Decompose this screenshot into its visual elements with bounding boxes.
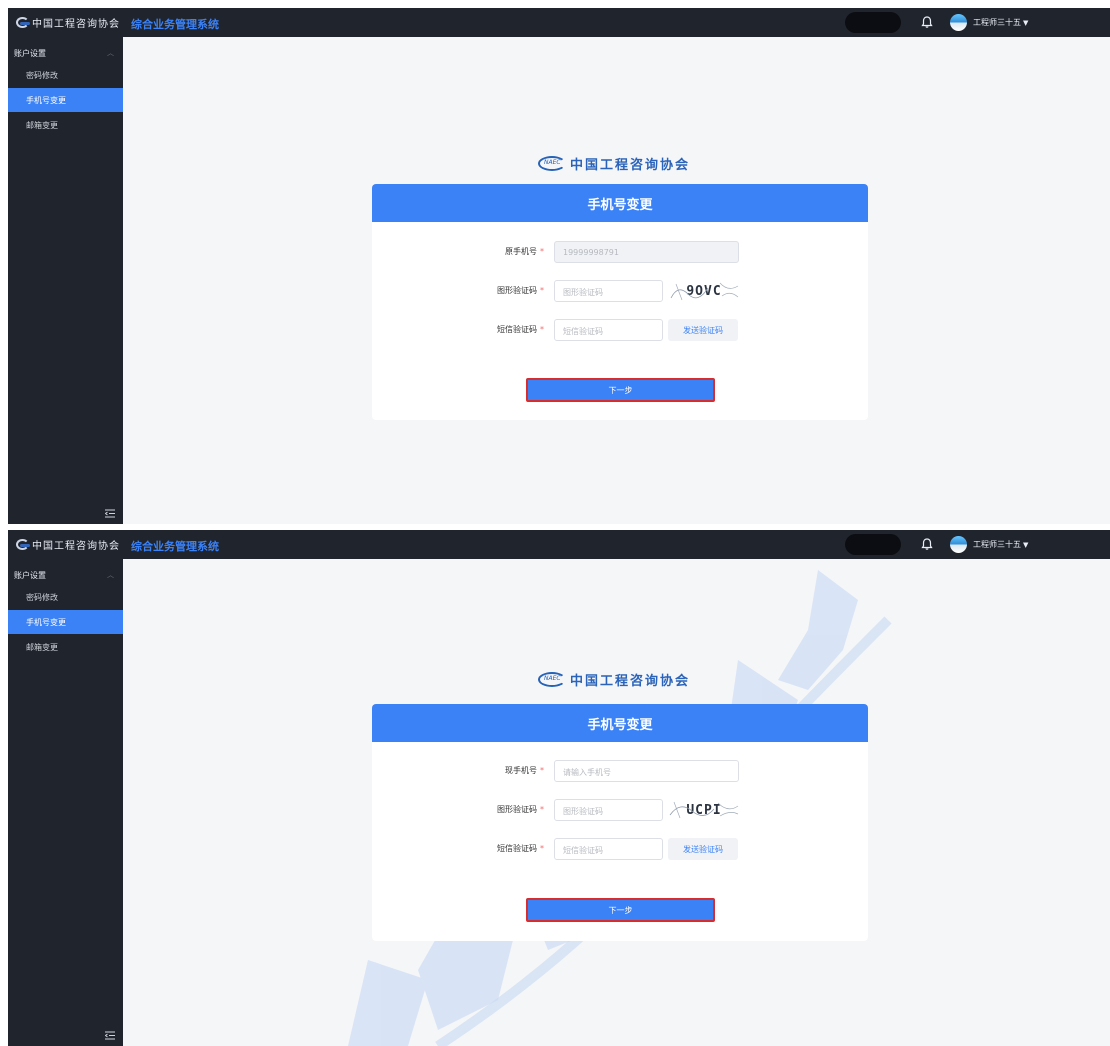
form-row-sms: 短信验证码 * 短信验证码 发送验证码 bbox=[372, 838, 868, 860]
phone-change-card: 手机号变更 现手机号 * 请输入手机号 图形验证码 * 图形验证码 UCPI 短信验… bbox=[372, 704, 868, 941]
required-mark: * bbox=[540, 247, 544, 256]
system-title: 综合业务管理系统 bbox=[131, 18, 219, 31]
naec-logo-icon bbox=[538, 155, 566, 171]
user-menu[interactable]: 工程师三十五 ▼ bbox=[973, 539, 1028, 550]
next-step-button[interactable]: 下一步 bbox=[526, 898, 715, 922]
sms-label: 短信验证码 * bbox=[497, 844, 544, 853]
required-mark: * bbox=[540, 844, 544, 853]
captcha-label: 图形验证码 * bbox=[497, 805, 544, 814]
required-mark: * bbox=[540, 325, 544, 334]
system-title: 综合业务管理系统 bbox=[131, 540, 219, 553]
bell-icon[interactable] bbox=[920, 537, 934, 551]
new-phone-input[interactable]: 请输入手机号 bbox=[554, 760, 739, 782]
top-bar: 中国工程咨询协会 综合业务管理系统 工程师三十五 ▼ bbox=[8, 530, 1110, 559]
send-code-button[interactable]: 发送验证码 bbox=[668, 838, 738, 860]
username-label: 工程师三十五 bbox=[973, 540, 1021, 549]
collapse-menu-icon[interactable] bbox=[105, 509, 115, 518]
sidebar-item-email-change[interactable]: 邮箱变更 bbox=[8, 113, 123, 137]
sidebar-item-password[interactable]: 密码修改 bbox=[8, 585, 123, 609]
captcha-noise bbox=[670, 282, 739, 301]
sidebar-item-phone-change[interactable]: 手机号变更 bbox=[8, 610, 123, 634]
top-search-box[interactable] bbox=[845, 534, 901, 555]
form-title: 手机号变更 bbox=[372, 704, 868, 742]
caret-down-icon: ▼ bbox=[1023, 19, 1029, 27]
bell-icon[interactable] bbox=[920, 15, 934, 29]
sidebar: 账户设置 ︿ 密码修改 手机号变更 邮箱变更 bbox=[8, 559, 123, 1046]
sms-label: 短信验证码 * bbox=[497, 325, 544, 334]
brand-logo-text: 中国工程咨询协会 bbox=[570, 157, 691, 173]
header-logo-text: 中国工程咨询协会 bbox=[32, 541, 120, 552]
avatar[interactable] bbox=[950, 14, 967, 31]
collapse-menu-icon[interactable] bbox=[105, 1031, 115, 1040]
captcha-input[interactable]: 图形验证码 bbox=[554, 799, 663, 821]
sidebar-item-label: 手机号变更 bbox=[26, 617, 66, 627]
sidebar-item-label: 手机号变更 bbox=[26, 95, 66, 105]
captcha-image[interactable]: UCPI bbox=[668, 799, 740, 821]
username-label: 工程师三十五 bbox=[973, 18, 1021, 27]
sidebar-group-account-settings[interactable]: 账户设置 ︿ bbox=[8, 44, 123, 62]
top-search-box[interactable] bbox=[845, 12, 901, 33]
chevron-up-icon: ︿ bbox=[107, 571, 114, 579]
header-logo[interactable]: 中国工程咨询协会 bbox=[16, 536, 120, 553]
sidebar-item-phone-change[interactable]: 手机号变更 bbox=[8, 88, 123, 112]
captcha-input[interactable]: 图形验证码 bbox=[554, 280, 663, 302]
avatar[interactable] bbox=[950, 536, 967, 553]
chevron-up-icon: ︿ bbox=[107, 49, 114, 57]
sidebar-item-label: 邮箱变更 bbox=[26, 120, 58, 130]
captcha-image[interactable]: 9OVC bbox=[668, 280, 740, 302]
sidebar: 账户设置 ︿ 密码修改 手机号变更 邮箱变更 bbox=[8, 37, 123, 524]
captcha-label: 图形验证码 * bbox=[497, 286, 544, 295]
next-step-button[interactable]: 下一步 bbox=[526, 378, 715, 402]
brand-logo: 中国工程咨询协会 bbox=[538, 151, 703, 175]
form-row-phone: 原手机号 * 19999998791 bbox=[372, 241, 868, 263]
form-row-sms: 短信验证码 * 短信验证码 发送验证码 bbox=[372, 319, 868, 341]
screen-original-phone: 中国工程咨询协会 综合业务管理系统 工程师三十五 ▼ 账户设置 ︿ 密码修改 手机… bbox=[8, 8, 1110, 524]
sidebar-item-label: 密码修改 bbox=[26, 70, 58, 80]
sidebar-item-password[interactable]: 密码修改 bbox=[8, 63, 123, 87]
captcha-noise bbox=[669, 801, 739, 819]
header-logo-text: 中国工程咨询协会 bbox=[32, 19, 120, 30]
header-logo[interactable]: 中国工程咨询协会 bbox=[16, 14, 120, 31]
brand-logo: 中国工程咨询协会 bbox=[538, 667, 703, 691]
naec-logo-icon bbox=[16, 539, 30, 550]
naec-logo-icon bbox=[538, 671, 566, 687]
brand-logo-text: 中国工程咨询协会 bbox=[570, 673, 691, 689]
user-menu[interactable]: 工程师三十五 ▼ bbox=[973, 17, 1028, 28]
sms-code-input[interactable]: 短信验证码 bbox=[554, 319, 663, 341]
screen-new-phone: 中国工程咨询协会 综合业务管理系统 工程师三十五 ▼ 账户设置 ︿ 密码修改 手机… bbox=[8, 530, 1110, 1046]
sidebar-item-label: 邮箱变更 bbox=[26, 642, 58, 652]
form-row-captcha: 图形验证码 * 图形验证码 UCPI bbox=[372, 799, 868, 821]
required-mark: * bbox=[540, 805, 544, 814]
required-mark: * bbox=[540, 766, 544, 775]
sidebar-group-label: 账户设置 bbox=[14, 48, 46, 58]
sidebar-item-email-change[interactable]: 邮箱变更 bbox=[8, 635, 123, 659]
sidebar-item-label: 密码修改 bbox=[26, 592, 58, 602]
sms-code-input[interactable]: 短信验证码 bbox=[554, 838, 663, 860]
naec-logo-icon bbox=[16, 17, 30, 28]
top-bar: 中国工程咨询协会 综合业务管理系统 工程师三十五 ▼ bbox=[8, 8, 1110, 37]
required-mark: * bbox=[540, 286, 544, 295]
sidebar-group-label: 账户设置 bbox=[14, 570, 46, 580]
original-phone-field: 19999998791 bbox=[554, 241, 739, 263]
form-row-captcha: 图形验证码 * 图形验证码 9OVC bbox=[372, 280, 868, 302]
phone-label: 现手机号 * bbox=[505, 766, 544, 775]
caret-down-icon: ▼ bbox=[1023, 541, 1029, 549]
send-code-button[interactable]: 发送验证码 bbox=[668, 319, 738, 341]
phone-change-card: 手机号变更 原手机号 * 19999998791 图形验证码 * 图形验证码 9OV… bbox=[372, 184, 868, 420]
form-row-phone: 现手机号 * 请输入手机号 bbox=[372, 760, 868, 782]
phone-label: 原手机号 * bbox=[505, 247, 544, 256]
form-title: 手机号变更 bbox=[372, 184, 868, 222]
sidebar-group-account-settings[interactable]: 账户设置 ︿ bbox=[8, 566, 123, 584]
